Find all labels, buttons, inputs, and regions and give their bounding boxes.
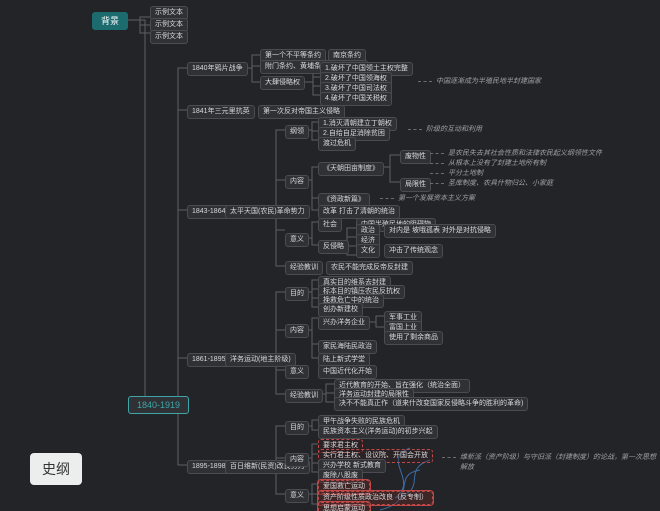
taiping-year[interactable]: 1843-1864 bbox=[187, 205, 230, 219]
wx-content[interactable]: 内容 bbox=[285, 453, 309, 467]
yw-aim[interactable]: 目的 bbox=[285, 287, 309, 301]
era-node[interactable]: 1840-1919 bbox=[128, 396, 189, 414]
tp-y-cul-k[interactable]: 文化 bbox=[356, 244, 380, 258]
tp-aim[interactable]: 纲领 bbox=[285, 125, 309, 139]
wx-aim[interactable]: 目的 bbox=[285, 421, 309, 435]
yw-l3[interactable]: 决不不能真正作（道来什改变国家反侵略斗争的胜利的革命) bbox=[334, 397, 528, 411]
taiping-title[interactable]: 太平天国(农民)革命势力 bbox=[225, 205, 310, 219]
title-badge: 史纲 bbox=[30, 453, 82, 485]
tp-tn3: 平分土地制 bbox=[448, 168, 483, 178]
sample-3[interactable]: 示例文本 bbox=[150, 30, 188, 44]
yw-s1[interactable]: 家民海陆民政治 bbox=[318, 340, 377, 354]
opium-i4[interactable]: 4.破坏了中国关税权 bbox=[320, 92, 392, 106]
tp-zixin-note: 第一个发展资本主义方案 bbox=[398, 193, 475, 203]
tp-tn4: 圣库制度、农具什物归公、小家庭 bbox=[448, 178, 553, 188]
tp-tian[interactable]: 《天朝田亩制度》 bbox=[318, 162, 384, 176]
tp-yiyi[interactable]: 意义 bbox=[285, 233, 309, 247]
yw-c4[interactable]: 创办新建校 bbox=[318, 303, 363, 317]
tp-y-soc-k[interactable]: 社会 bbox=[318, 218, 342, 232]
tp-y-fk[interactable]: 反侵略 bbox=[318, 240, 349, 254]
tp-lesson-t[interactable]: 农民不能完成反帝反封建 bbox=[326, 261, 413, 275]
tp-tn2: 从根本上没有了封建土地所有制 bbox=[448, 158, 546, 168]
tp-lesson[interactable]: 经验教训 bbox=[285, 261, 323, 275]
rebel-year[interactable]: 1841年三元里抗英 bbox=[187, 105, 255, 119]
tp-tn1: 是农民失去其社会性质和法律农民起义纲领性文件 bbox=[448, 148, 602, 158]
tp-aim-3[interactable]: 渡过危机 bbox=[318, 137, 356, 151]
opium-sub[interactable]: 大肆侵略权 bbox=[260, 76, 305, 90]
yw-yiyi-t[interactable]: 中国近代化开始 bbox=[318, 365, 377, 379]
wx-y3[interactable]: 思想启蒙运动 bbox=[318, 502, 370, 511]
yw-lesson[interactable]: 经验教训 bbox=[285, 389, 323, 403]
wx-note: 维新派（资产阶级）与守旧派（封建制度）的论战，第一次思想解放 bbox=[460, 452, 660, 472]
yw-c1[interactable]: 兴办洋务企业 bbox=[318, 316, 370, 330]
wx-a2[interactable]: 民族资本主义(洋务运动)的初步兴起 bbox=[318, 425, 438, 439]
opium-year[interactable]: 1840年鸦片战争 bbox=[187, 62, 248, 76]
tp-tian-s2[interactable]: 局限性 bbox=[400, 178, 431, 192]
tp-tian-s1[interactable]: 废物性 bbox=[400, 150, 431, 164]
tp-content[interactable]: 内容 bbox=[285, 175, 309, 189]
tp-y-cul-v[interactable]: 冲击了传统观念 bbox=[384, 244, 443, 258]
tp-aim-note: 阶级的互动和利用 bbox=[426, 124, 482, 134]
opium-note: 中国逐渐成为半殖民地半封建国家 bbox=[436, 76, 541, 86]
yw-yiyi[interactable]: 意义 bbox=[285, 365, 309, 379]
tp-y-pol-v[interactable]: 对内是 坡哦孤表 对外是对抗侵略 bbox=[384, 224, 496, 238]
wx-year[interactable]: 1895-1898 bbox=[187, 460, 230, 474]
yw-year[interactable]: 1861-1895 bbox=[187, 353, 230, 367]
root-node[interactable]: 背景 bbox=[92, 12, 128, 30]
mindmap-canvas[interactable]: { "badge": "史纲", "root": "背景", "era": "1… bbox=[0, 0, 660, 511]
yw-content[interactable]: 内容 bbox=[285, 324, 309, 338]
wx-yiyi[interactable]: 意义 bbox=[285, 489, 309, 503]
tp-gaige[interactable]: 改革 打击了清朝的统治 bbox=[318, 205, 400, 219]
yw-c1c[interactable]: 使用了剩余商品 bbox=[384, 331, 443, 345]
